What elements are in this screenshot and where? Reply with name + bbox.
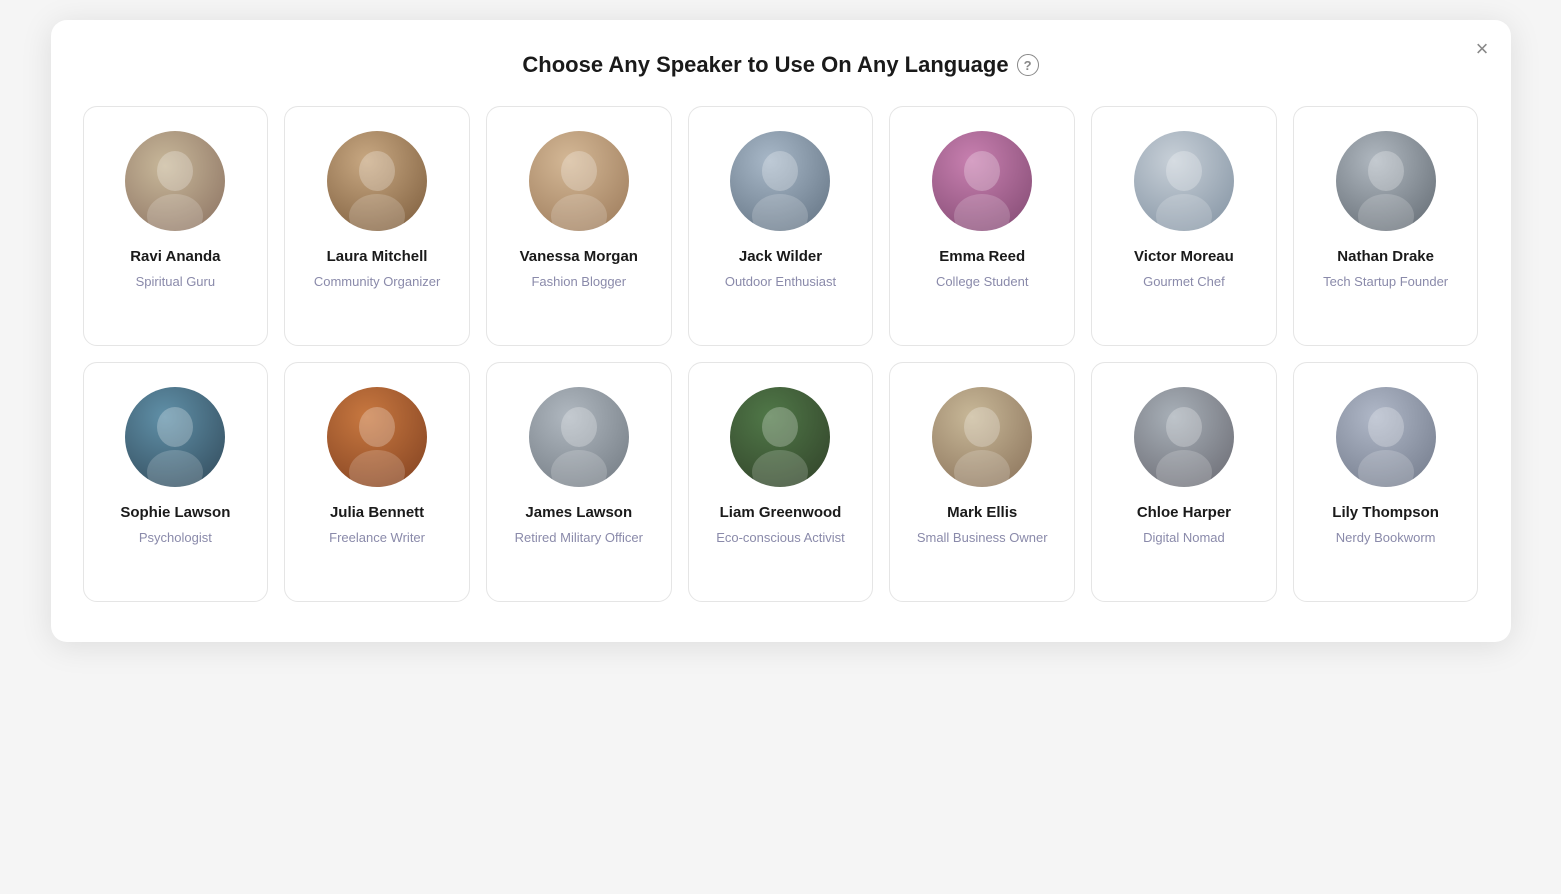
speaker-avatar-ravi-ananda: [125, 131, 225, 231]
speaker-role-james-lawson: Retired Military Officer: [515, 529, 643, 547]
speaker-role-ravi-ananda: Spiritual Guru: [136, 273, 215, 291]
speaker-role-laura-mitchell: Community Organizer: [314, 273, 440, 291]
speaker-name-liam-greenwood: Liam Greenwood: [720, 503, 842, 523]
speaker-card-victor-moreau[interactable]: Victor Moreau Gourmet Chef: [1091, 106, 1277, 346]
speaker-role-nathan-drake: Tech Startup Founder: [1323, 273, 1448, 291]
speaker-card-mark-ellis[interactable]: Mark Ellis Small Business Owner: [889, 362, 1075, 602]
speaker-avatar-nathan-drake: [1336, 131, 1436, 231]
speaker-avatar-vanessa-morgan: [529, 131, 629, 231]
speaker-name-nathan-drake: Nathan Drake: [1337, 247, 1434, 267]
modal-title: Choose Any Speaker to Use On Any Languag…: [83, 52, 1479, 78]
modal-title-text: Choose Any Speaker to Use On Any Languag…: [522, 52, 1008, 78]
speaker-avatar-jack-wilder: [730, 131, 830, 231]
speaker-name-jack-wilder: Jack Wilder: [739, 247, 822, 267]
speaker-avatar-liam-greenwood: [730, 387, 830, 487]
speaker-card-liam-greenwood[interactable]: Liam Greenwood Eco-conscious Activist: [688, 362, 874, 602]
speaker-card-laura-mitchell[interactable]: Laura Mitchell Community Organizer: [284, 106, 470, 346]
speaker-name-emma-reed: Emma Reed: [939, 247, 1025, 267]
speaker-role-emma-reed: College Student: [936, 273, 1029, 291]
speaker-card-ravi-ananda[interactable]: Ravi Ananda Spiritual Guru: [83, 106, 269, 346]
close-button[interactable]: ×: [1476, 38, 1489, 60]
speaker-name-james-lawson: James Lawson: [525, 503, 632, 523]
speaker-name-chloe-harper: Chloe Harper: [1137, 503, 1231, 523]
speaker-role-vanessa-morgan: Fashion Blogger: [531, 273, 626, 291]
speaker-name-ravi-ananda: Ravi Ananda: [130, 247, 220, 267]
help-icon[interactable]: ?: [1017, 54, 1039, 76]
speaker-name-vanessa-morgan: Vanessa Morgan: [520, 247, 638, 267]
speaker-role-victor-moreau: Gourmet Chef: [1143, 273, 1225, 291]
speaker-card-chloe-harper[interactable]: Chloe Harper Digital Nomad: [1091, 362, 1277, 602]
speaker-role-jack-wilder: Outdoor Enthusiast: [725, 273, 836, 291]
speaker-role-julia-bennett: Freelance Writer: [329, 529, 425, 547]
speaker-avatar-laura-mitchell: [327, 131, 427, 231]
speaker-avatar-james-lawson: [529, 387, 629, 487]
speaker-card-emma-reed[interactable]: Emma Reed College Student: [889, 106, 1075, 346]
speaker-avatar-mark-ellis: [932, 387, 1032, 487]
speaker-card-nathan-drake[interactable]: Nathan Drake Tech Startup Founder: [1293, 106, 1479, 346]
speaker-card-jack-wilder[interactable]: Jack Wilder Outdoor Enthusiast: [688, 106, 874, 346]
speaker-avatar-julia-bennett: [327, 387, 427, 487]
speaker-card-vanessa-morgan[interactable]: Vanessa Morgan Fashion Blogger: [486, 106, 672, 346]
speaker-avatar-victor-moreau: [1134, 131, 1234, 231]
speaker-role-sophie-lawson: Psychologist: [139, 529, 212, 547]
speaker-name-lily-thompson: Lily Thompson: [1332, 503, 1439, 523]
speaker-name-mark-ellis: Mark Ellis: [947, 503, 1017, 523]
speaker-name-julia-bennett: Julia Bennett: [330, 503, 424, 523]
speaker-name-laura-mitchell: Laura Mitchell: [327, 247, 428, 267]
speaker-name-sophie-lawson: Sophie Lawson: [120, 503, 230, 523]
speaker-role-chloe-harper: Digital Nomad: [1143, 529, 1225, 547]
speaker-avatar-chloe-harper: [1134, 387, 1234, 487]
speaker-avatar-emma-reed: [932, 131, 1032, 231]
speaker-card-lily-thompson[interactable]: Lily Thompson Nerdy Bookworm: [1293, 362, 1479, 602]
speaker-role-liam-greenwood: Eco-conscious Activist: [716, 529, 845, 547]
speaker-card-sophie-lawson[interactable]: Sophie Lawson Psychologist: [83, 362, 269, 602]
speaker-card-james-lawson[interactable]: James Lawson Retired Military Officer: [486, 362, 672, 602]
speaker-avatar-sophie-lawson: [125, 387, 225, 487]
speaker-role-mark-ellis: Small Business Owner: [917, 529, 1048, 547]
speaker-name-victor-moreau: Victor Moreau: [1134, 247, 1234, 267]
speaker-card-julia-bennett[interactable]: Julia Bennett Freelance Writer: [284, 362, 470, 602]
speaker-avatar-lily-thompson: [1336, 387, 1436, 487]
speaker-selection-modal: × Choose Any Speaker to Use On Any Langu…: [51, 20, 1511, 642]
speaker-role-lily-thompson: Nerdy Bookworm: [1336, 529, 1436, 547]
speakers-grid: Ravi Ananda Spiritual Guru Laura Mitchell…: [83, 106, 1479, 602]
